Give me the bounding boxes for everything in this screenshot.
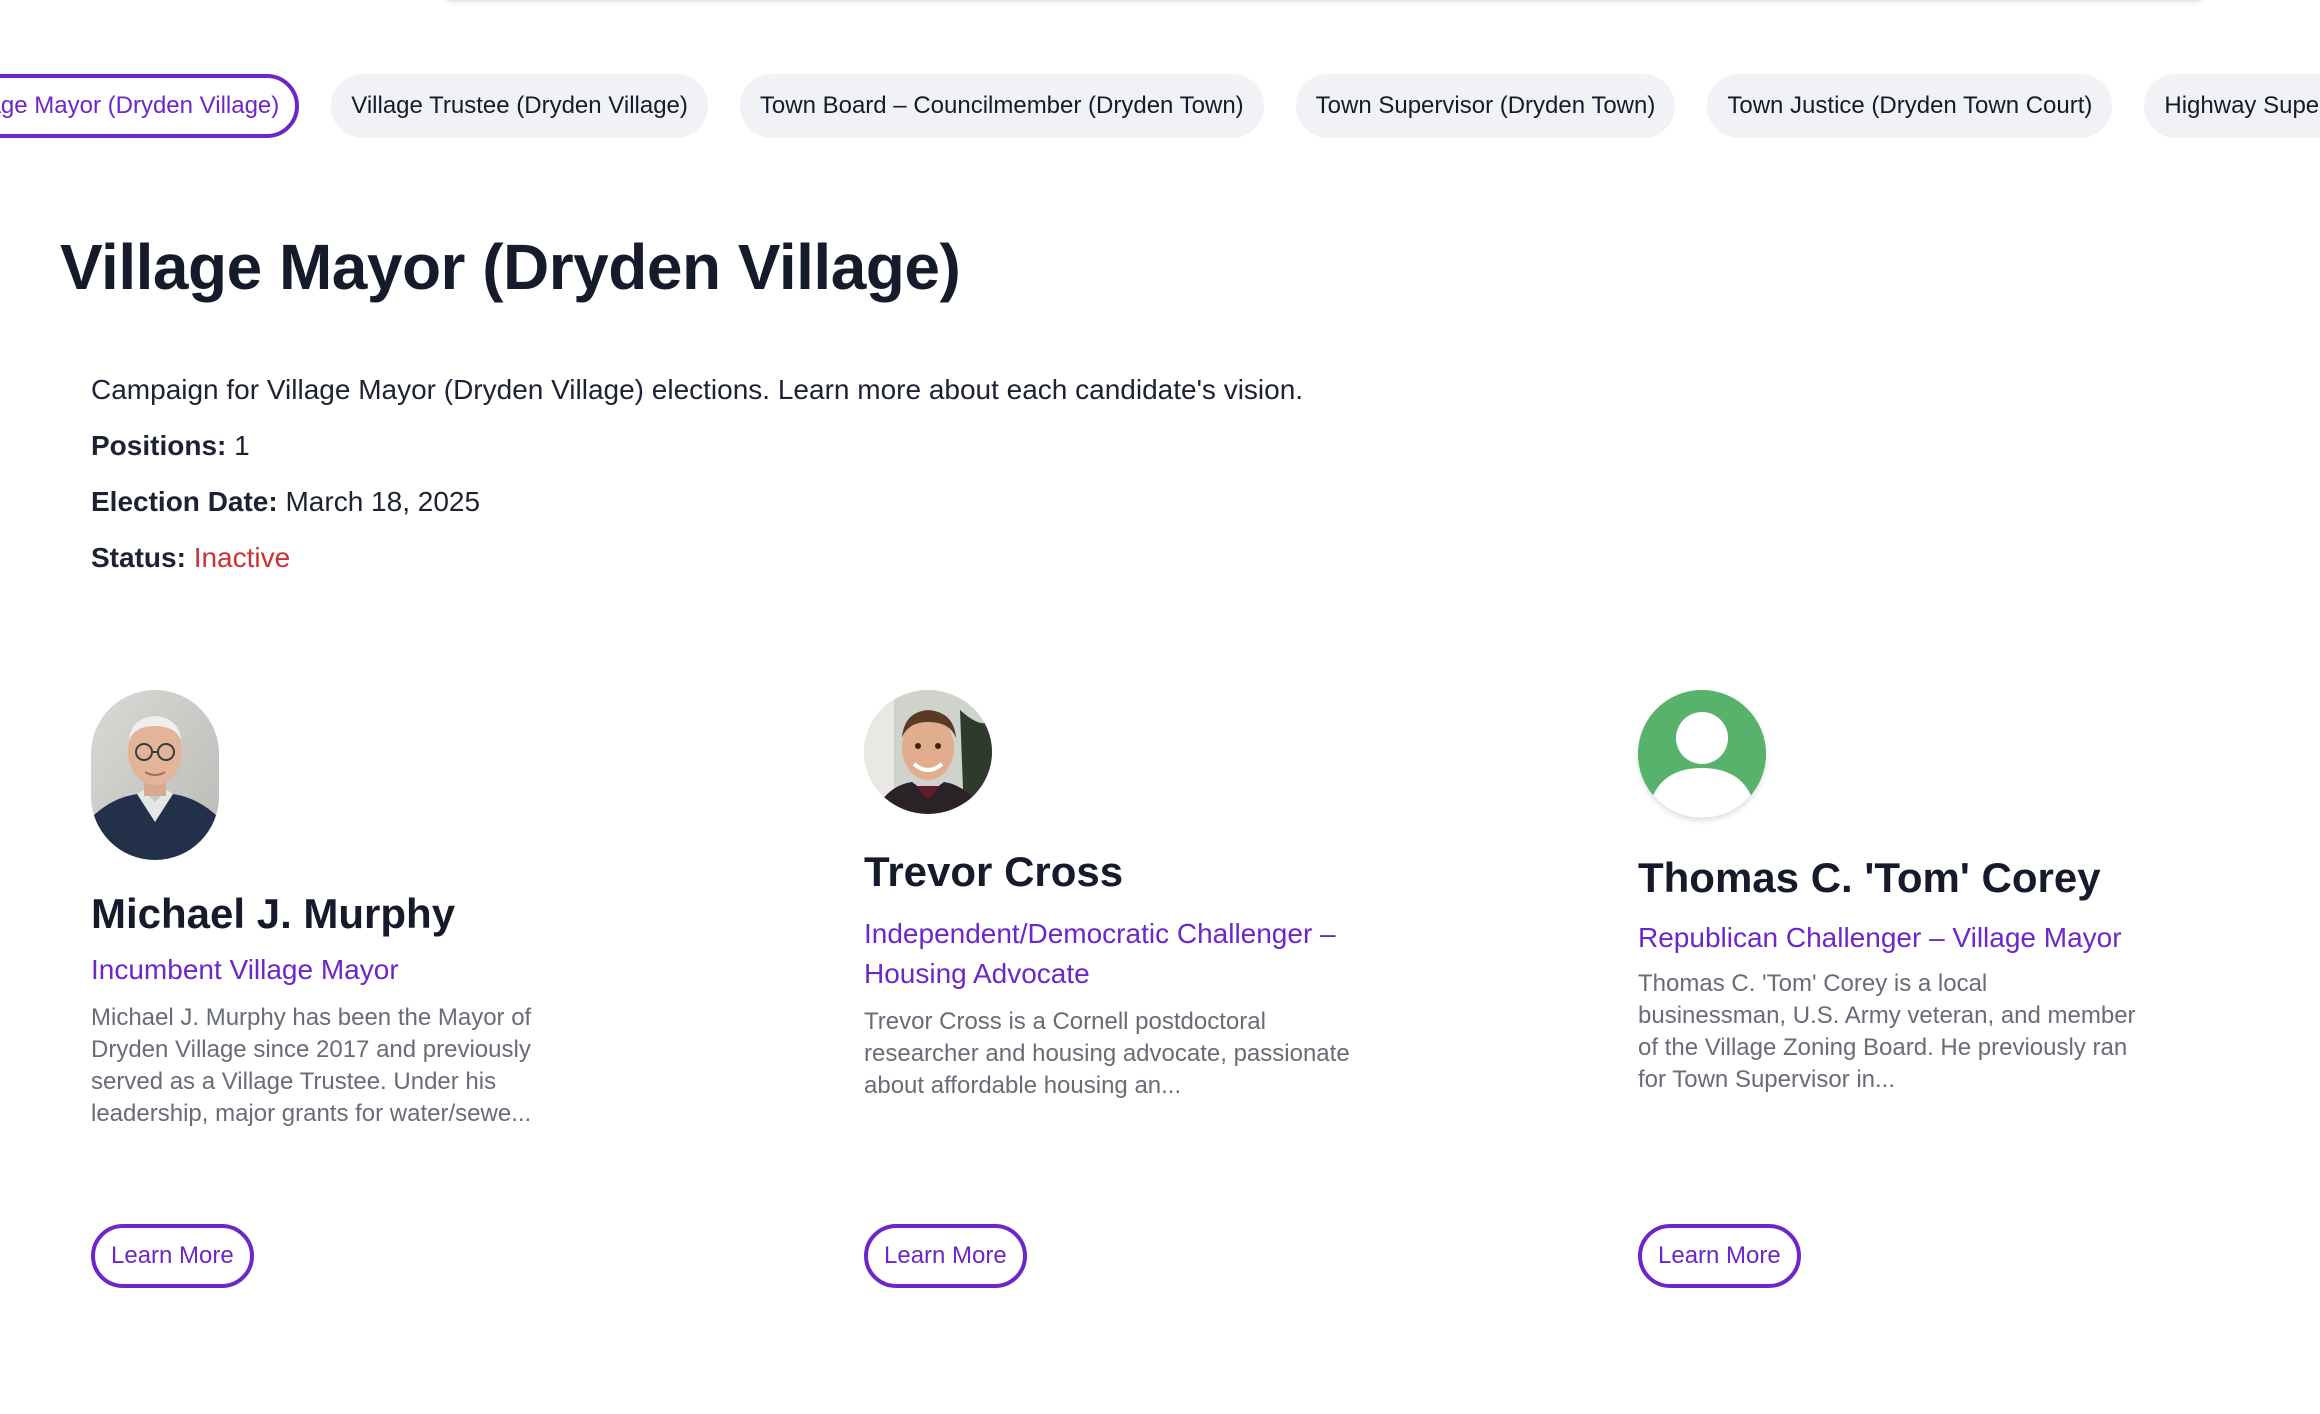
race-tabs: Village Mayor (Dryden Village) Village T… — [0, 74, 2320, 138]
candidate-name: Michael J. Murphy — [91, 890, 456, 937]
candidate-name: Thomas C. 'Tom' Corey — [1638, 854, 2101, 901]
portrait-young-man-icon — [864, 690, 992, 814]
candidate-card: Trevor Cross Independent/Democratic Chal… — [864, 690, 1424, 1102]
portrait-older-man-icon — [91, 690, 219, 860]
tab-town-board[interactable]: Town Board – Councilmember (Dryden Town) — [739, 74, 1264, 138]
race-description: Campaign for Village Mayor (Dryden Villa… — [91, 374, 1304, 405]
default-user-icon — [1638, 690, 1766, 818]
positions-label: Positions: — [91, 430, 227, 461]
learn-more-button[interactable]: Learn More — [1638, 1224, 1801, 1288]
status-label: Status: — [91, 542, 186, 573]
candidate-role: Incumbent Village Mayor — [91, 954, 399, 985]
status-value: Inactive — [193, 542, 291, 573]
tab-village-trustee[interactable]: Village Trustee (Dryden Village) — [331, 74, 708, 138]
tab-town-supervisor[interactable]: Town Supervisor (Dryden Town) — [1295, 74, 1676, 138]
candidate-bio: Trevor Cross is a Cornell postdoctoral r… — [864, 1008, 1350, 1099]
candidate-photo — [864, 690, 992, 814]
page-root: Village Mayor (Dryden Village) Village T… — [0, 0, 2320, 1414]
positions-value: 1 — [234, 430, 250, 461]
learn-more-button[interactable]: Learn More — [91, 1224, 254, 1288]
learn-more-button[interactable]: Learn More — [864, 1224, 1027, 1288]
candidate-photo — [91, 690, 219, 860]
tab-town-justice[interactable]: Town Justice (Dryden Town Court) — [1707, 74, 2113, 138]
election-date-row: Election Date: March 18, 2025 — [91, 482, 1303, 522]
tab-village-mayor[interactable]: Village Mayor (Dryden Village) — [0, 74, 300, 138]
candidate-name: Trevor Cross — [864, 848, 1124, 895]
candidate-card: Michael J. Murphy Incumbent Village Mayo… — [91, 690, 651, 1130]
candidate-role: Republican Challenger – Village Mayor — [1638, 922, 2122, 953]
candidate-photo — [1638, 690, 1766, 818]
positions-row: Positions: 1 — [91, 426, 1303, 466]
status-row: Status: Inactive — [91, 538, 1303, 578]
election-date-label: Election Date: — [91, 486, 278, 517]
election-date-value: March 18, 2025 — [285, 486, 481, 517]
race-info: Campaign for Village Mayor (Dryden Villa… — [91, 370, 1303, 578]
candidate-role: Independent/Democratic Challenger – Hous… — [864, 918, 1336, 989]
candidate-card: Thomas C. 'Tom' Corey Republican Challen… — [1638, 690, 2198, 1096]
tab-highway-superintendent[interactable]: Highway Superintendent — [2144, 74, 2320, 138]
page-title: Village Mayor (Dryden Village) — [60, 231, 961, 303]
candidate-bio: Thomas C. 'Tom' Corey is a local busines… — [1638, 970, 2136, 1093]
candidate-bio: Michael J. Murphy has been the Mayor of … — [91, 1004, 532, 1127]
